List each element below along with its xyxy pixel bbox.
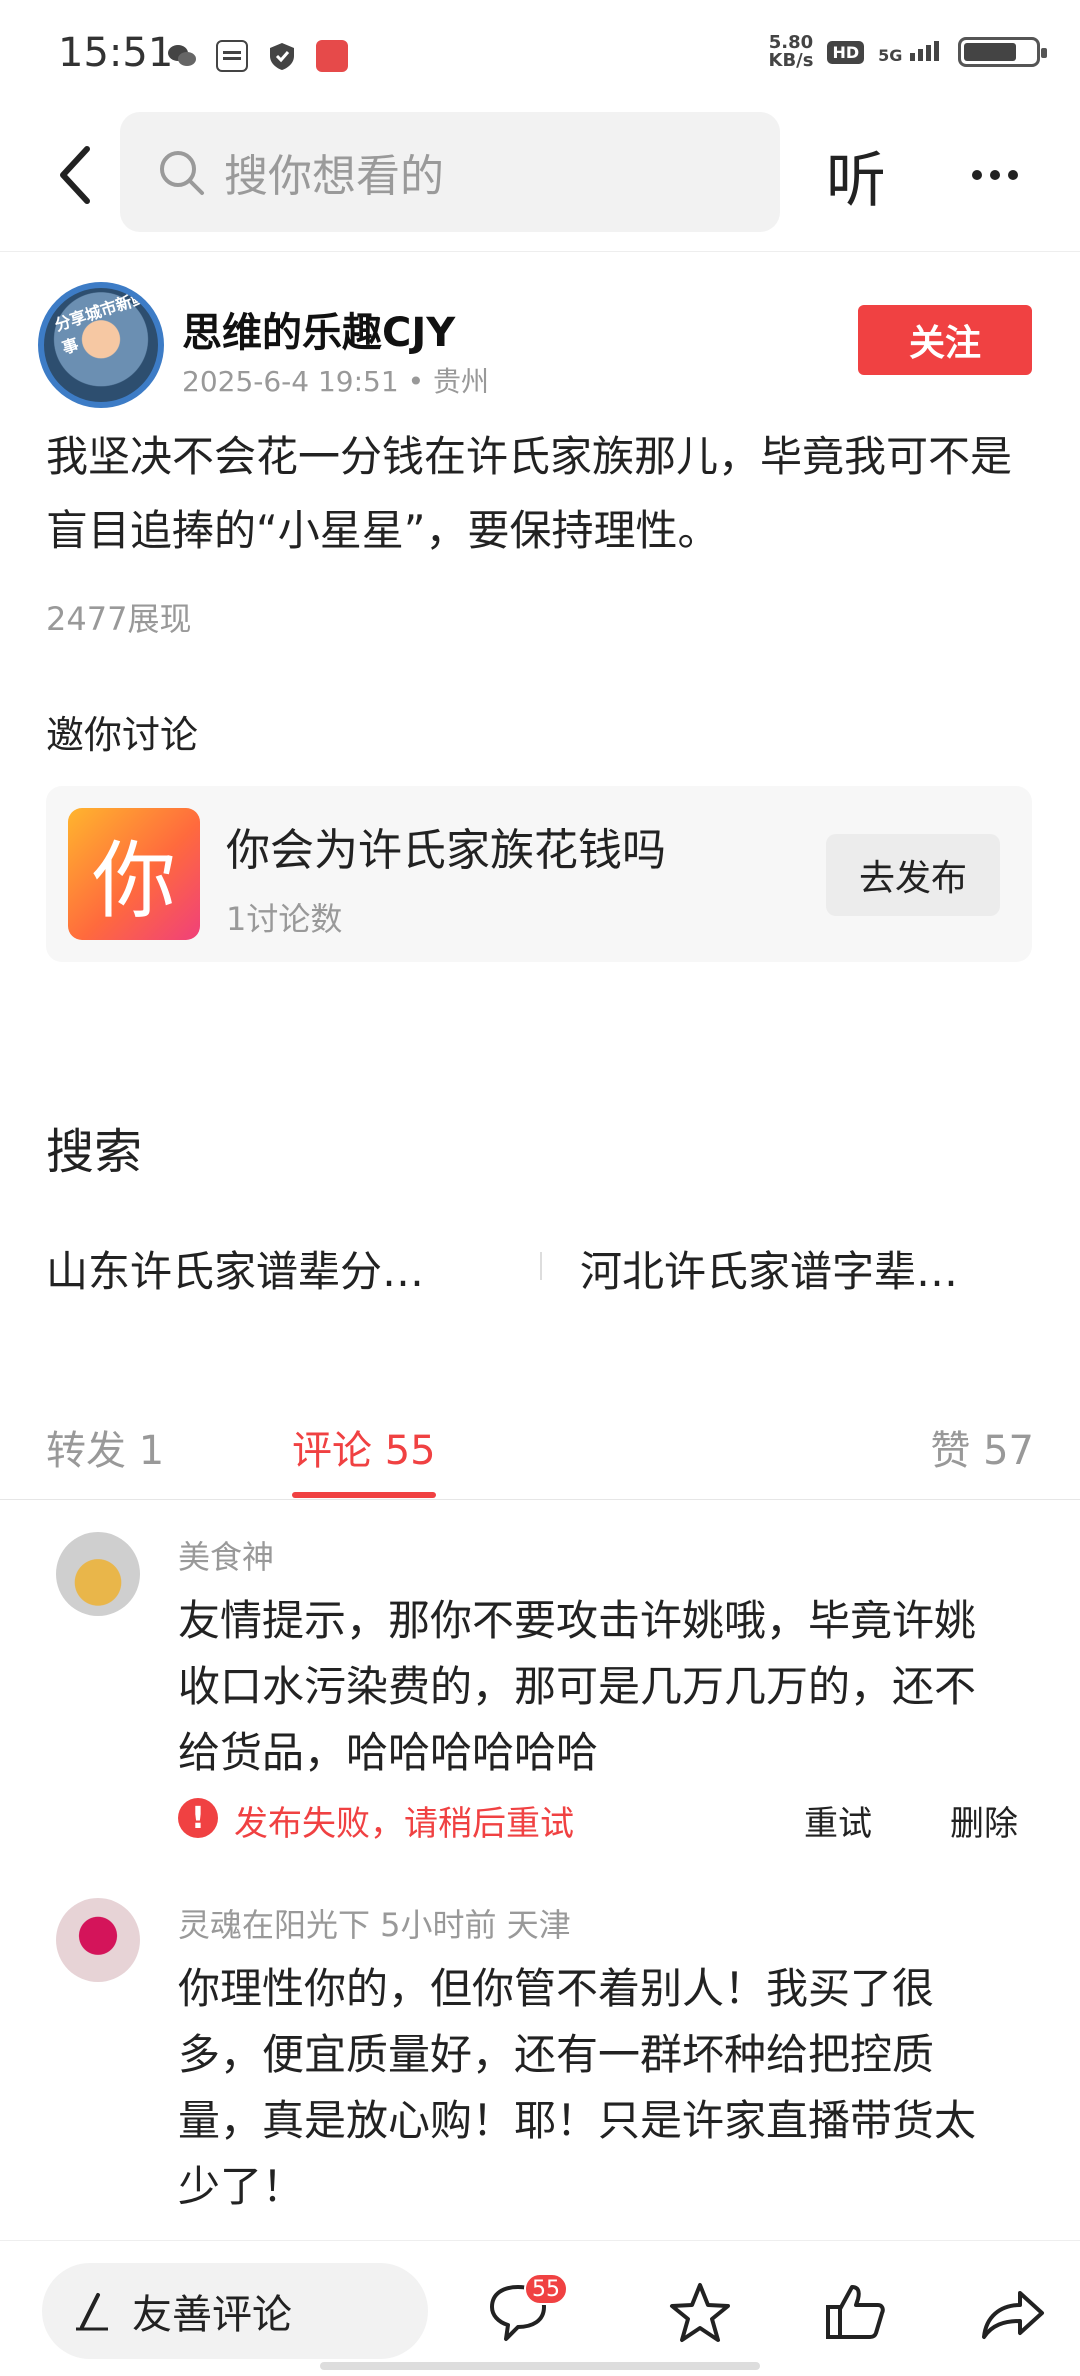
comment-count-badge: 55 [524,2273,568,2305]
delete-button[interactable]: 删除 [950,1796,1018,1845]
star-icon[interactable] [664,2277,736,2349]
app-icon [316,40,348,72]
comment-text: 友情提示，那你不要攻击许姚哦，毕竟许姚收口水污染费的，那可是几万几万的，还不给货… [178,1596,977,1777]
commenter-avatar[interactable] [56,1898,140,1982]
network-type: 5G [878,46,903,65]
topic-count: 1讨论数 [226,900,343,938]
top-nav: 搜你想看的 听 [0,112,1080,252]
divider [540,1252,542,1280]
network-speed-unit: KB/s [768,50,814,71]
share-icon[interactable] [976,2277,1048,2349]
hd-badge: HD [827,40,865,64]
status-right: 5.80 KB/s HD 5G [769,34,1047,70]
search-suggestion[interactable]: 河北许氏家谱字辈… [580,1238,958,1299]
publish-failed-row: ! 发布失败，请稍后重试 重试 删除 [178,1792,1028,1846]
signal-icon [910,41,939,61]
publish-failed-text: 发布失败，请稍后重试 [234,1804,574,1844]
status-time: 15:51 [58,30,174,76]
invite-discussion-title: 邀你讨论 [46,713,199,757]
comment-text: 你理性你的，但你管不着别人！我买了很多，便宜质量好，还有一群坏种给把控质量，真是… [178,1964,977,2211]
shield-icon [266,40,298,72]
back-button[interactable] [40,140,110,210]
commenter-name[interactable]: 美食神 [178,1532,274,1578]
tab-repost[interactable]: 转发 1 [46,1418,164,1476]
author-name[interactable]: 思维的乐趣CJY [182,300,455,358]
search-section-title: 搜索 [46,1124,143,1180]
post-meta: 2025-6-4 19:51 • 贵州 [182,365,490,398]
follow-button[interactable]: 关注 [858,305,1032,375]
status-notification-icons [166,40,348,72]
wechat-icon [166,40,198,72]
commenter-avatar[interactable] [56,1532,140,1616]
topic-icon: 你 [68,808,200,940]
error-icon: ! [178,1798,218,1838]
commenter-name[interactable]: 灵魂在阳光下 5小时前 天津 [178,1900,571,1946]
search-placeholder: 搜你想看的 [224,151,444,202]
network-speed: 5.80 KB/s [769,34,814,70]
bottom-action-bar: 友善评论 55 [0,2240,1080,2376]
comment-input[interactable]: 友善评论 [42,2263,428,2359]
active-tab-indicator [292,1492,436,1498]
network-5g: 5G [878,39,944,65]
publish-button[interactable]: 去发布 [826,834,1000,916]
comment-tabs: 转发 1 评论 55 赞 57 [0,1400,1080,1500]
avatar-logo-text: 分享城市新鲜事 [52,287,150,358]
search-icon [160,151,204,195]
tab-comment[interactable]: 评论 55 [292,1418,436,1476]
post-body: 我坚决不会花一分钱在许氏家族那儿，毕竟我可不是盲目追捧的“小星星”，要保持理性。 [46,432,1013,555]
more-icon[interactable] [960,140,1030,210]
author-avatar[interactable]: 分享城市新鲜事 [38,282,164,408]
toutiao-icon [216,40,248,72]
retry-button[interactable]: 重试 [804,1796,872,1845]
view-count: 2477展现 [46,600,192,638]
battery-icon [958,37,1047,67]
tab-like[interactable]: 赞 57 [930,1418,1034,1476]
comment-input-placeholder: 友善评论 [132,2292,292,2338]
home-indicator[interactable] [320,2362,760,2370]
status-bar: 15:51 5.80 KB/s HD 5G [0,0,1080,112]
topic-card[interactable]: 你 你会为许氏家族花钱吗 1讨论数 去发布 [46,786,1032,962]
pen-icon [76,2293,108,2331]
thumbs-up-icon[interactable] [820,2277,892,2349]
search-suggestion[interactable]: 山东许氏家谱辈分… [46,1238,424,1299]
topic-title: 你会为许氏家族花钱吗 [226,825,666,876]
search-input[interactable]: 搜你想看的 [120,112,780,232]
listen-button[interactable]: 听 [826,132,886,219]
chevron-left-icon [60,146,90,204]
